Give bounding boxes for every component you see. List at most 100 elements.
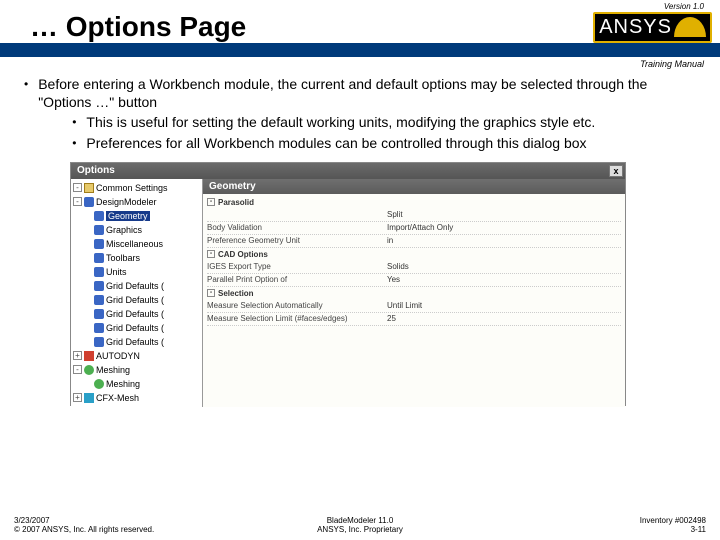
footer-proprietary: ANSYS, Inc. Proprietary — [317, 525, 403, 534]
tree-label: Grid Defaults ( — [106, 281, 164, 291]
property-key: Preference Geometry Unit — [207, 236, 387, 245]
collapse-icon[interactable]: - — [207, 198, 215, 206]
property-section[interactable]: -Parasolid — [207, 196, 621, 209]
tree-item[interactable]: +FE Modeler — [73, 405, 200, 407]
node-icon — [94, 211, 104, 221]
section-label: CAD Options — [218, 250, 268, 259]
property-key: Body Validation — [207, 223, 387, 232]
property-value[interactable]: Until Limit — [387, 301, 621, 310]
section-label: Parasolid — [218, 198, 254, 207]
footer-copyright: © 2007 ANSYS, Inc. All rights reserved. — [14, 525, 154, 534]
tree-label: DesignModeler — [96, 197, 157, 207]
bullet-main-text: Before entering a Workbench module, the … — [38, 76, 647, 110]
version-label: Version 1.0 — [0, 0, 720, 11]
tree-label: Miscellaneous — [106, 239, 163, 249]
tree-label: Geometry — [106, 211, 150, 221]
expand-icon[interactable]: - — [73, 183, 82, 192]
node-icon — [94, 267, 104, 277]
footer-product: BladeModeler 11.0 — [317, 516, 403, 525]
tree-label: Toolbars — [106, 253, 140, 263]
node-icon — [84, 365, 94, 375]
tree-item[interactable]: Toolbars — [73, 251, 200, 265]
tree-item[interactable]: Grid Defaults ( — [73, 335, 200, 349]
expand-icon[interactable]: - — [73, 365, 82, 374]
property-value[interactable]: Yes — [387, 275, 621, 284]
tree-item[interactable]: Units — [73, 265, 200, 279]
property-value[interactable]: in — [387, 236, 621, 245]
training-label: Training Manual — [0, 57, 720, 69]
node-icon — [94, 239, 104, 249]
property-key: IGES Export Type — [207, 262, 387, 271]
bullet-sub-text: This is useful for setting the default w… — [86, 113, 595, 131]
bullet-icon: • — [72, 136, 76, 152]
tree-item[interactable]: Grid Defaults ( — [73, 307, 200, 321]
collapse-icon[interactable]: - — [207, 289, 215, 297]
property-row[interactable]: Parallel Print Option ofYes — [207, 274, 621, 287]
property-section[interactable]: -CAD Options — [207, 248, 621, 261]
property-row[interactable]: Measure Selection Limit (#faces/edges)25 — [207, 313, 621, 326]
footer-page: 3-11 — [640, 525, 706, 534]
property-row[interactable]: Measure Selection AutomaticallyUntil Lim… — [207, 300, 621, 313]
node-icon — [84, 393, 94, 403]
tree-item[interactable]: Grid Defaults ( — [73, 279, 200, 293]
dialog-titlebar: Options x — [71, 163, 625, 179]
property-key: Parallel Print Option of — [207, 275, 387, 284]
bullet-icon: • — [24, 77, 28, 152]
node-icon — [84, 351, 94, 361]
logo-text: ANSYS — [599, 16, 672, 39]
footer-center: BladeModeler 11.0 ANSYS, Inc. Proprietar… — [317, 516, 403, 534]
node-icon — [94, 323, 104, 333]
section-label: Selection — [218, 289, 254, 298]
options-dialog: Options x - Common Settings - DesignModeler… — [70, 162, 626, 406]
tree-item[interactable]: Meshing — [73, 377, 200, 391]
page-title: … Options Page — [30, 11, 246, 43]
expand-icon[interactable]: + — [73, 351, 82, 360]
node-icon — [94, 379, 104, 389]
options-panel: Geometry -ParasolidSplitBody ValidationI… — [203, 179, 625, 407]
tree-item[interactable]: Grid Defaults ( — [73, 321, 200, 335]
tree-item[interactable]: - DesignModeler — [73, 195, 200, 209]
bullet-icon: • — [72, 115, 76, 131]
node-icon — [94, 295, 104, 305]
node-icon — [84, 197, 94, 207]
tree-label: Common Settings — [96, 183, 168, 193]
property-row[interactable]: IGES Export TypeSolids — [207, 261, 621, 274]
bullet-sub-text: Preferences for all Workbench modules ca… — [86, 134, 586, 152]
tree-label: AUTODYN — [96, 351, 140, 361]
header-row: … Options Page ANSYS — [0, 11, 720, 43]
node-icon — [94, 225, 104, 235]
expand-icon[interactable]: - — [73, 197, 82, 206]
tree-label: Grid Defaults ( — [106, 309, 164, 319]
tree-item[interactable]: - Common Settings — [73, 181, 200, 195]
close-button[interactable]: x — [609, 165, 623, 177]
property-value[interactable]: Solids — [387, 262, 621, 271]
tree-item[interactable]: Geometry — [73, 209, 200, 223]
tree-item[interactable]: +CFX-Mesh — [73, 391, 200, 405]
property-row[interactable]: Body ValidationImport/Attach Only — [207, 222, 621, 235]
options-tree[interactable]: - Common Settings - DesignModeler Geometry Gr… — [71, 179, 203, 407]
property-value[interactable]: Import/Attach Only — [387, 223, 621, 232]
tree-item[interactable]: Grid Defaults ( — [73, 293, 200, 307]
node-icon — [94, 253, 104, 263]
node-icon — [84, 183, 94, 193]
collapse-icon[interactable]: - — [207, 250, 215, 258]
property-section[interactable]: -Selection — [207, 287, 621, 300]
property-value[interactable]: 25 — [387, 314, 621, 323]
tree-label: Units — [106, 267, 127, 277]
footer-date: 3/23/2007 — [14, 516, 154, 525]
tree-item[interactable]: Miscellaneous — [73, 237, 200, 251]
property-value[interactable]: Split — [387, 210, 621, 219]
tree-label: Meshing — [106, 379, 140, 389]
tree-label: Grid Defaults ( — [106, 337, 164, 347]
property-row[interactable]: Split — [207, 209, 621, 222]
panel-body: -ParasolidSplitBody ValidationImport/Att… — [203, 194, 625, 407]
footer-right: Inventory #002498 3-11 — [640, 516, 706, 534]
tree-label: Grid Defaults ( — [106, 323, 164, 333]
node-icon — [94, 281, 104, 291]
tree-item[interactable]: + AUTODYN — [73, 349, 200, 363]
tree-item[interactable]: -Meshing — [73, 363, 200, 377]
footer-left: 3/23/2007 © 2007 ANSYS, Inc. All rights … — [14, 516, 154, 534]
tree-item[interactable]: Graphics — [73, 223, 200, 237]
expand-icon[interactable]: + — [73, 393, 82, 402]
property-row[interactable]: Preference Geometry Unitin — [207, 235, 621, 248]
